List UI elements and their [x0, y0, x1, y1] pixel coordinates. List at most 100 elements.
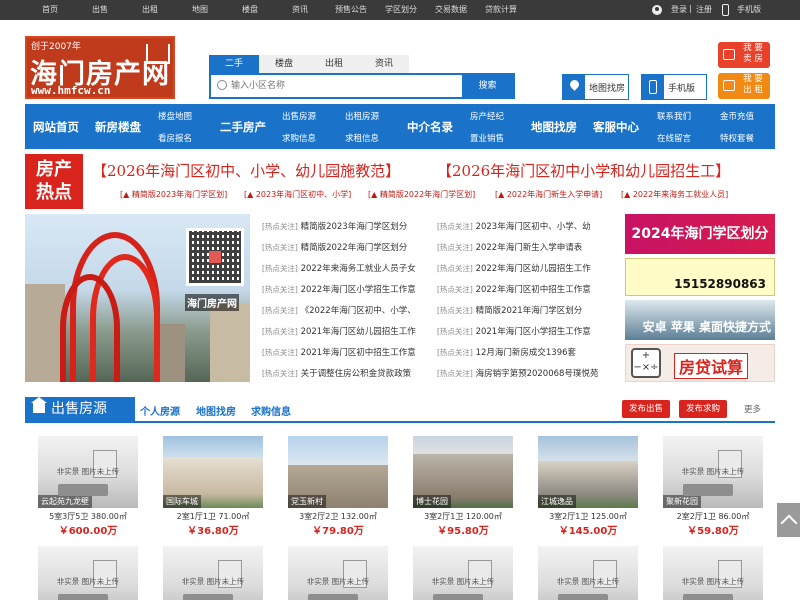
listing-card[interactable]: 国际车城 2室1厅1卫 71.00㎡ ￥36.80万	[163, 436, 263, 537]
login-link[interactable]: 登录	[671, 4, 687, 15]
top-link-home[interactable]: 首页	[42, 4, 58, 15]
listing-card[interactable]: 非实景 图片未上传	[413, 546, 513, 600]
listing-card[interactable]: 非实景 图片未上传 聚新花园 2室2厅1卫 86.00㎡ ￥59.80万	[663, 436, 763, 537]
site-logo[interactable]: 创于2007年 海门房产网 www.hmfcw.cn	[25, 36, 175, 99]
map-search-label: 地图找房	[589, 84, 626, 94]
listing-card[interactable]: 党玉新村 3室2厅2卫 132.00㎡ ￥79.80万	[288, 436, 388, 537]
listing-card[interactable]: 非实景 图片未上传	[538, 546, 638, 600]
listing-card[interactable]: 非实景 图片未上传	[163, 546, 263, 600]
phone-ad[interactable]: 15152890863	[625, 258, 775, 296]
top-link-trade-data[interactable]: 交易数据	[435, 4, 467, 15]
list-item[interactable]: [热点关注] 精简版2021年海门学区划分	[437, 304, 600, 316]
school-district-ad[interactable]: 2024年海门学区划分	[625, 214, 775, 254]
calculator-icon: +−×÷	[631, 348, 661, 378]
mobile-version-button[interactable]: 手机版	[641, 74, 707, 100]
tab-news[interactable]: 资讯	[359, 55, 409, 73]
hot-link[interactable]: [▲ 2023年海门区初中、小学]	[244, 189, 351, 200]
list-item[interactable]: [热点关注] 2021年海门区初中招生工作意	[262, 346, 425, 358]
post-buy-button[interactable]: 发布求购	[679, 400, 727, 418]
list-item[interactable]: [热点关注] 精简版2023年海门学区划分	[262, 220, 425, 232]
hot-headline-1[interactable]: 【2026年海门区初中、小学、幼儿园施教范】	[92, 160, 400, 181]
nav-sale-listings[interactable]: 出售房源	[282, 110, 316, 122]
mobile-version-link[interactable]: 手机版	[737, 4, 761, 15]
nav-rent-requests[interactable]: 求租信息	[345, 132, 379, 144]
buy-requests-link[interactable]: 求购信息	[251, 403, 291, 418]
search-icon	[217, 80, 227, 90]
nav-rent-listings[interactable]: 出租房源	[345, 110, 379, 122]
list-item[interactable]: [热点关注] 2022年海门新生入学申请表	[437, 241, 600, 253]
nav-coin-recharge[interactable]: 金币充值	[720, 110, 754, 122]
nav-agents[interactable]: 中介名录	[407, 119, 453, 135]
nav-home[interactable]: 网站首页	[33, 119, 79, 135]
tab-estates[interactable]: 楼盘	[259, 55, 309, 73]
loan-calc-ad[interactable]: +−×÷ 房贷试算	[625, 344, 775, 382]
top-link-map[interactable]: 地图	[192, 4, 208, 15]
more-link[interactable]: 更多	[744, 403, 761, 415]
mobile-icon	[649, 80, 657, 94]
nav-message[interactable]: 在线留言	[657, 132, 691, 144]
list-item[interactable]: [热点关注] 精简版2022年海门学区划分	[262, 241, 425, 253]
nav-secondhand[interactable]: 二手房产	[220, 119, 266, 135]
list-item[interactable]: [热点关注] 2022年海门区小学招生工作意	[262, 283, 425, 295]
listing-card[interactable]: 非实景 图片未上传	[38, 546, 138, 600]
listing-card[interactable]: 江城逸品 3室2厅1卫 125.00㎡ ￥145.00万	[538, 436, 638, 537]
hot-link[interactable]: [▲ 精简版2023年海门学区划]	[120, 189, 227, 200]
nav-new-homes[interactable]: 新房楼盘	[95, 119, 141, 135]
list-item[interactable]: [热点关注] 海房销字第预2020068号璞悦苑	[437, 367, 600, 379]
post-sale-button[interactable]: 发布出售	[622, 400, 670, 418]
listing-card[interactable]: 非实景 图片未上传	[288, 546, 388, 600]
list-item[interactable]: [热点关注] 2021年海门区小学招生工作意	[437, 325, 600, 337]
nav-buy-requests[interactable]: 求购信息	[282, 132, 316, 144]
sale-section-title[interactable]: 出售房源	[25, 397, 135, 421]
search-input[interactable]	[231, 78, 461, 94]
top-link-news[interactable]: 资讯	[292, 4, 308, 15]
map-search-button[interactable]: 地图找房	[562, 74, 629, 100]
hot-link[interactable]: [▲ 精简版2022年海门学区划]	[368, 189, 475, 200]
list-item[interactable]: [热点关注] 2022年来海务工就业人员子女	[262, 262, 425, 274]
hot-link[interactable]: [▲ 2022年来海务工就业人员]	[621, 189, 728, 200]
tab-rent[interactable]: 出租	[309, 55, 359, 73]
list-item[interactable]: [热点关注] 2022年海门区幼儿园招生工作	[437, 262, 600, 274]
nav-service[interactable]: 客服中心	[593, 119, 639, 135]
nav-vip-packages[interactable]: 特权套餐	[720, 132, 754, 144]
top-link-estates[interactable]: 楼盘	[242, 4, 258, 15]
list-item[interactable]: [热点关注] 2021年海门区幼儿园招生工作	[262, 325, 425, 337]
list-item[interactable]: [热点关注] 《2022年海门区初中、小学、	[262, 304, 425, 316]
listing-photo: 非实景 图片未上传	[663, 546, 763, 600]
nav-estate-map[interactable]: 楼盘地图	[158, 110, 192, 122]
register-link[interactable]: 注册	[696, 4, 712, 15]
map-search-link[interactable]: 地图找房	[196, 403, 236, 418]
nav-sales-agents[interactable]: 置业销售	[470, 132, 504, 144]
hot-headline-2[interactable]: 【2026年海门区初中小学和幼儿园招生工】	[437, 160, 730, 181]
app-shortcut-ad[interactable]: 安卓 苹果 桌面快捷方式	[625, 300, 775, 340]
list-item[interactable]: [热点关注] 2023年海门区初中、小学、幼	[437, 220, 600, 232]
qr-code	[186, 228, 244, 286]
listing-name: 江城逸品	[538, 495, 576, 508]
nav-map-search[interactable]: 地图找房	[531, 119, 577, 135]
personal-listings-link[interactable]: 个人房源	[140, 403, 180, 418]
rent-out-button[interactable]: 我 要 出 租	[718, 73, 770, 99]
listing-card[interactable]: 非实景 图片未上传 云起苑九龙壁 5室3厅5卫 380.00㎡ ￥600.00万	[38, 436, 138, 537]
search-button[interactable]: 搜索	[462, 75, 513, 97]
top-link-school-district[interactable]: 学区划分	[385, 4, 417, 15]
hot-link[interactable]: [▲ 2022年海门新生入学申请]	[495, 189, 602, 200]
listing-card[interactable]: 非实景 图片未上传	[663, 546, 763, 600]
nav-viewing-signup[interactable]: 看房报名	[158, 132, 192, 144]
top-link-rent[interactable]: 出租	[142, 4, 158, 15]
tab-secondhand[interactable]: 二手	[209, 55, 259, 73]
sell-house-button[interactable]: 我 要 卖 房	[718, 42, 770, 68]
banner-photo[interactable]: 海门房产网	[25, 214, 250, 382]
top-link-sale[interactable]: 出售	[92, 4, 108, 15]
listing-spec: 3室2厅1卫 125.00㎡	[549, 512, 627, 521]
nav-contact-us[interactable]: 联系我们	[657, 110, 691, 122]
top-link-presale[interactable]: 预售公告	[335, 4, 367, 15]
list-item[interactable]: [热点关注] 2022年海门区初中招生工作意	[437, 283, 600, 295]
list-item[interactable]: [热点关注] 关于调整住房公积金贷款政策	[262, 367, 425, 379]
list-item[interactable]: [热点关注] 12月海门新房成交1396套	[437, 346, 600, 358]
listing-card[interactable]: 博士花园 3室2厅1卫 120.00㎡ ￥95.80万	[413, 436, 513, 537]
nav-brokers[interactable]: 房产经纪	[470, 110, 504, 122]
back-to-top-button[interactable]	[777, 503, 800, 537]
sell-house-label: 我 要 卖 房	[743, 43, 763, 64]
top-link-loan-calc[interactable]: 贷款计算	[485, 4, 517, 15]
listing-spec: 3室2厅2卫 132.00㎡	[299, 512, 377, 521]
